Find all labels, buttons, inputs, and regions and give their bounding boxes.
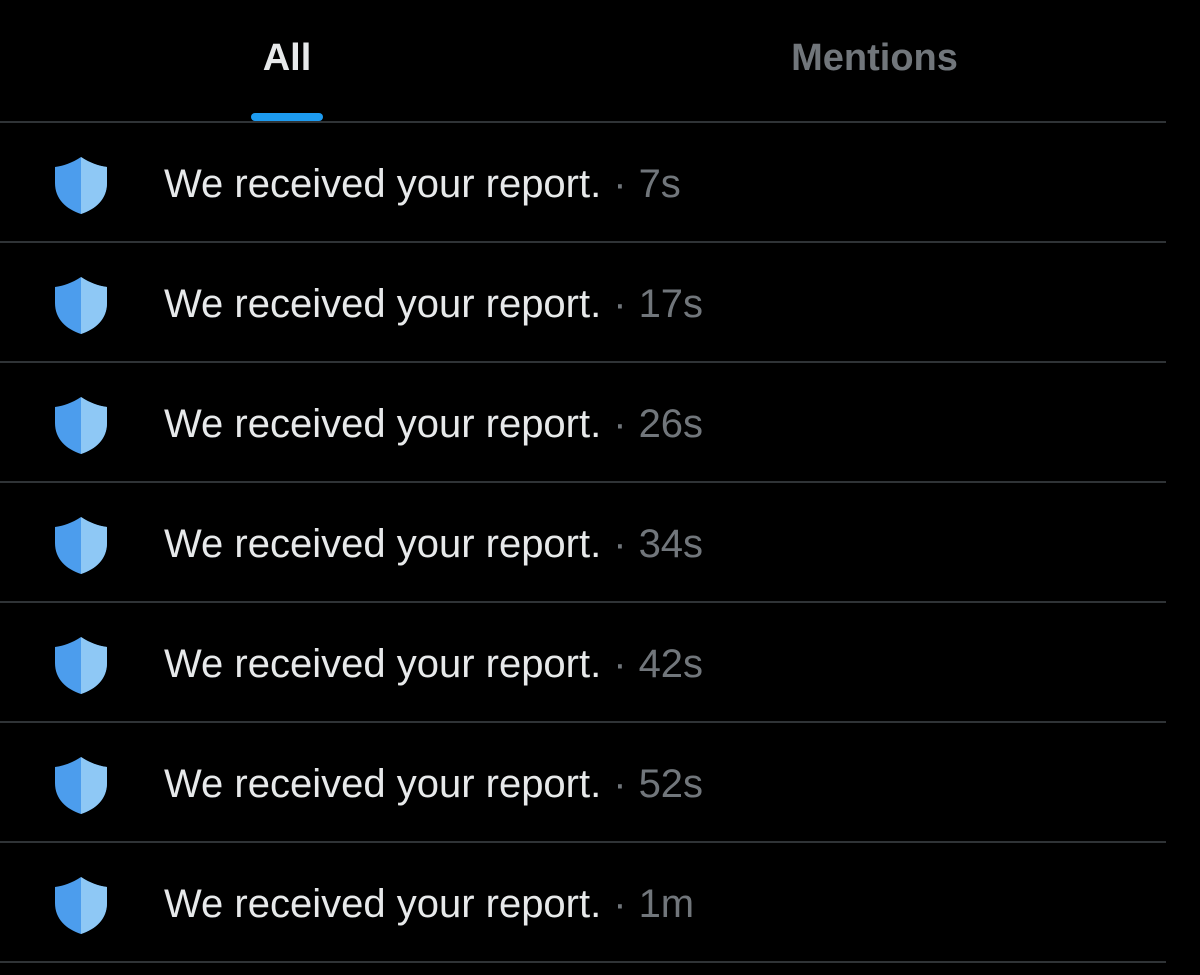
shield-icon [52, 275, 110, 335]
shield-icon [52, 515, 110, 575]
shield-icon [52, 875, 110, 935]
notification-time: 52s [638, 762, 704, 806]
separator-dot: · [613, 522, 627, 566]
notification-item[interactable]: We received your report. · 1m [0, 843, 1166, 963]
notification-item[interactable]: We received your report. · 52s [0, 723, 1166, 843]
notification-message: We received your report. [164, 282, 602, 326]
notification-item[interactable]: We received your report. · 34s [0, 483, 1166, 603]
notification-time: 42s [638, 642, 704, 686]
notification-time: 17s [638, 282, 704, 326]
notification-item[interactable]: We received your report. · 26s [0, 363, 1166, 483]
notification-message: We received your report. [164, 402, 602, 446]
notification-tabs: All Mentions [0, 0, 1166, 123]
separator-dot: · [613, 762, 627, 806]
separator-dot: · [613, 642, 627, 686]
notification-time: 1m [638, 882, 695, 926]
notification-message: We received your report. [164, 522, 602, 566]
notification-text: We received your report. · 52s [164, 761, 703, 807]
notification-message: We received your report. [164, 162, 602, 206]
notification-text: We received your report. · 42s [164, 641, 703, 687]
tab-all-label: All [262, 37, 312, 79]
shield-icon [52, 755, 110, 815]
tab-all[interactable]: All [0, 0, 574, 121]
separator-dot: · [613, 882, 627, 926]
notification-item[interactable]: We received your report. · 17s [0, 243, 1166, 363]
notification-time: 26s [638, 402, 704, 446]
shield-icon [52, 635, 110, 695]
active-tab-indicator [251, 113, 323, 121]
notification-text: We received your report. · 1m [164, 881, 694, 927]
notification-text: We received your report. · 26s [164, 401, 703, 447]
tab-mentions-label: Mentions [791, 37, 958, 79]
separator-dot: · [613, 402, 627, 446]
notification-list: We received your report. · 7s We received … [0, 123, 1166, 963]
notification-time: 34s [638, 522, 704, 566]
separator-dot: · [613, 282, 627, 326]
separator-dot: · [613, 162, 627, 206]
notification-message: We received your report. [164, 882, 602, 926]
notification-text: We received your report. · 34s [164, 521, 703, 567]
notification-time: 7s [638, 162, 681, 206]
shield-icon [52, 155, 110, 215]
notification-text: We received your report. · 7s [164, 161, 681, 207]
notification-text: We received your report. · 17s [164, 281, 703, 327]
notification-item[interactable]: We received your report. · 42s [0, 603, 1166, 723]
notification-item[interactable]: We received your report. · 7s [0, 123, 1166, 243]
notification-message: We received your report. [164, 762, 602, 806]
shield-icon [52, 395, 110, 455]
tab-mentions[interactable]: Mentions [583, 0, 1166, 121]
notification-message: We received your report. [164, 642, 602, 686]
